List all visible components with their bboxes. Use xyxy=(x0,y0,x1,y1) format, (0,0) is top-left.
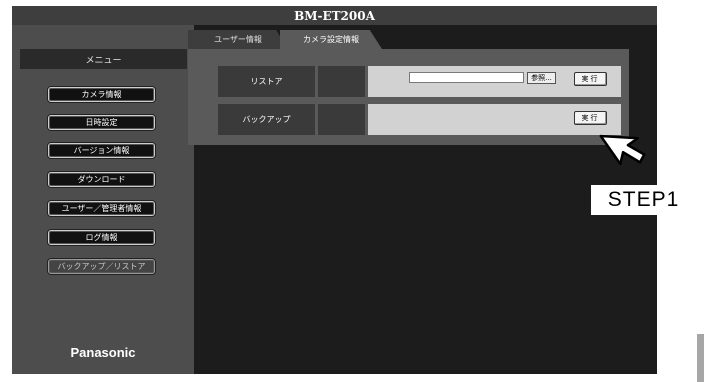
step-annotation: STEP1 xyxy=(591,185,696,215)
window-title: BM-ET200A xyxy=(12,6,657,25)
menu-button-version-info[interactable]: バージョン情報 xyxy=(48,143,155,158)
arrow-cursor-icon xyxy=(599,134,646,166)
tab-camera-settings[interactable]: カメラ設定情報 xyxy=(280,30,382,49)
menu-button-user-admin[interactable]: ユーザー／管理者情報 xyxy=(48,201,155,216)
restore-spacer-cell xyxy=(318,66,365,97)
menu-header: メニュー xyxy=(20,49,187,69)
backup-spacer-cell xyxy=(318,104,365,135)
restore-browse-button[interactable]: 参照... xyxy=(527,72,556,84)
sidebar: メニュー カメラ情報 日時設定 バージョン情報 ダウンロード ユーザー／管理者情… xyxy=(12,25,194,374)
restore-label: リストア xyxy=(218,66,315,97)
menu-button-download[interactable]: ダウンロード xyxy=(48,172,155,187)
menu-button-camera-info[interactable]: カメラ情報 xyxy=(48,87,155,102)
backup-exec-button[interactable]: 実行 xyxy=(574,111,607,125)
backup-label: バックアップ xyxy=(218,104,315,135)
menu-button-datetime[interactable]: 日時設定 xyxy=(48,115,155,130)
restore-file-input[interactable] xyxy=(409,72,524,83)
menu-button-log-info[interactable]: ログ情報 xyxy=(48,230,155,245)
tab-user-info[interactable]: ユーザー情報 xyxy=(188,30,288,49)
restore-exec-button[interactable]: 実行 xyxy=(574,72,607,86)
menu-button-backup-restore[interactable]: バックアップ／リストア xyxy=(48,259,155,274)
brand-logo: Panasonic xyxy=(70,345,136,360)
page-edge-marker xyxy=(697,334,704,382)
